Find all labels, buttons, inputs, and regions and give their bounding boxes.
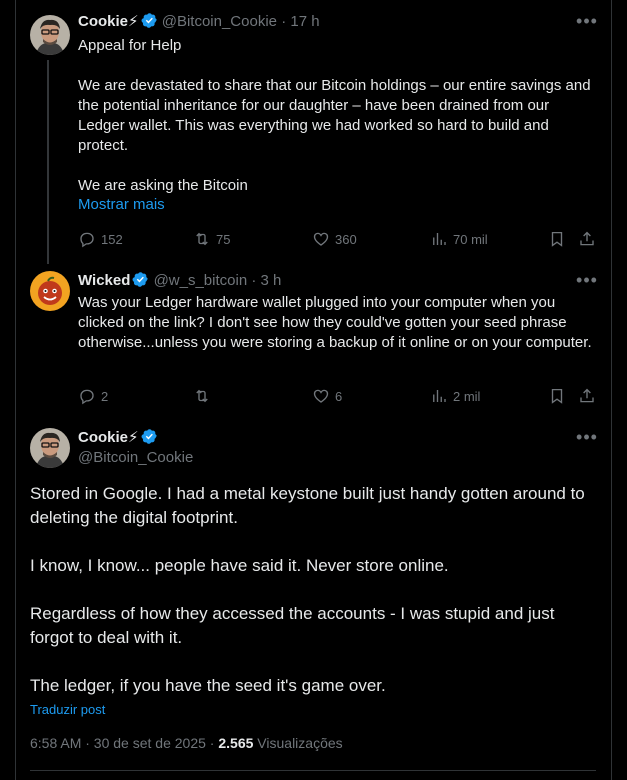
tweet-actions: 2 6 2 mil [78,386,598,406]
heart-icon [313,232,329,246]
bookmark-button[interactable] [548,229,566,249]
avatar[interactable] [30,15,70,55]
reply-button[interactable]: 2 [78,386,108,406]
retweet-icon [196,232,208,246]
tweet-header: Cookie⚡ @Bitcoin_Cookie · 17 h [78,12,320,35]
tweet-header: Wicked @w_s_bitcoin · 3 h [78,271,281,294]
views-icon [433,390,446,402]
handle[interactable]: @Bitcoin_Cookie [162,13,277,30]
tweet-meta: 6:58 AM · 30 de set de 2025 · 2.565 Visu… [30,735,343,751]
heart-icon [313,389,329,403]
reply-icon [80,389,94,405]
retweet-button[interactable]: 75 [193,229,230,249]
tweet-text: Stored in Google. I had a metal keystone… [30,484,585,695]
like-count: 360 [335,231,357,247]
timestamp[interactable]: · 3 h [251,272,281,289]
tweet-title: Appeal for Help [78,37,182,54]
views-button[interactable]: 70 mil [430,229,488,249]
share-button[interactable] [578,386,596,406]
view-count: 70 mil [453,231,488,247]
views-count: 2.565 [218,735,254,751]
more-options-icon[interactable]: ••• [575,428,599,450]
reply-icon [80,232,94,248]
tweet-actions: 152 75 360 70 mil [78,229,598,249]
show-more-link[interactable]: Mostrar mais [78,196,165,213]
reply-count: 152 [101,231,123,247]
handle[interactable]: @Bitcoin_Cookie [78,448,193,468]
avatar[interactable] [30,271,70,311]
reply-count: 2 [101,388,109,404]
timestamp[interactable]: · 17 h [281,13,319,30]
handle[interactable]: @w_s_bitcoin [154,272,248,289]
like-button[interactable]: 6 [312,386,342,406]
bookmark-button[interactable] [548,386,566,406]
views-button[interactable]: 2 mil [430,386,480,406]
display-name[interactable]: Wicked [78,272,130,289]
share-icon [580,388,594,403]
more-options-icon[interactable]: ••• [575,271,599,293]
share-button[interactable] [578,229,596,249]
reply-button[interactable]: 152 [78,229,123,249]
retweet-count: 75 [216,231,231,247]
share-icon [580,231,594,246]
translate-post-link[interactable]: Traduzir post [30,702,105,717]
bookmark-icon [551,231,563,247]
views-icon [433,233,446,245]
like-count: 6 [335,388,343,404]
retweet-button[interactable] [193,386,216,406]
post-timestamp[interactable]: 6:58 AM · 30 de set de 2025 · [30,735,214,751]
tweet-text: Was your Ledger hardware wallet plugged … [78,294,592,351]
like-button[interactable]: 360 [312,229,357,249]
thread-line [47,60,49,264]
tweet-text: We are devastated to share that our Bitc… [78,77,591,194]
display-name[interactable]: Cookie⚡ [78,13,139,30]
retweet-icon [196,389,208,403]
display-name[interactable]: Cookie⚡ [78,429,139,446]
divider [30,770,596,771]
views-label: Visualizações [257,735,343,751]
view-count: 2 mil [453,388,481,404]
avatar[interactable] [30,428,70,468]
verified-badge-icon [132,271,149,294]
verified-badge-icon [141,12,158,35]
more-options-icon[interactable]: ••• [575,12,599,34]
bookmark-icon [551,388,563,404]
